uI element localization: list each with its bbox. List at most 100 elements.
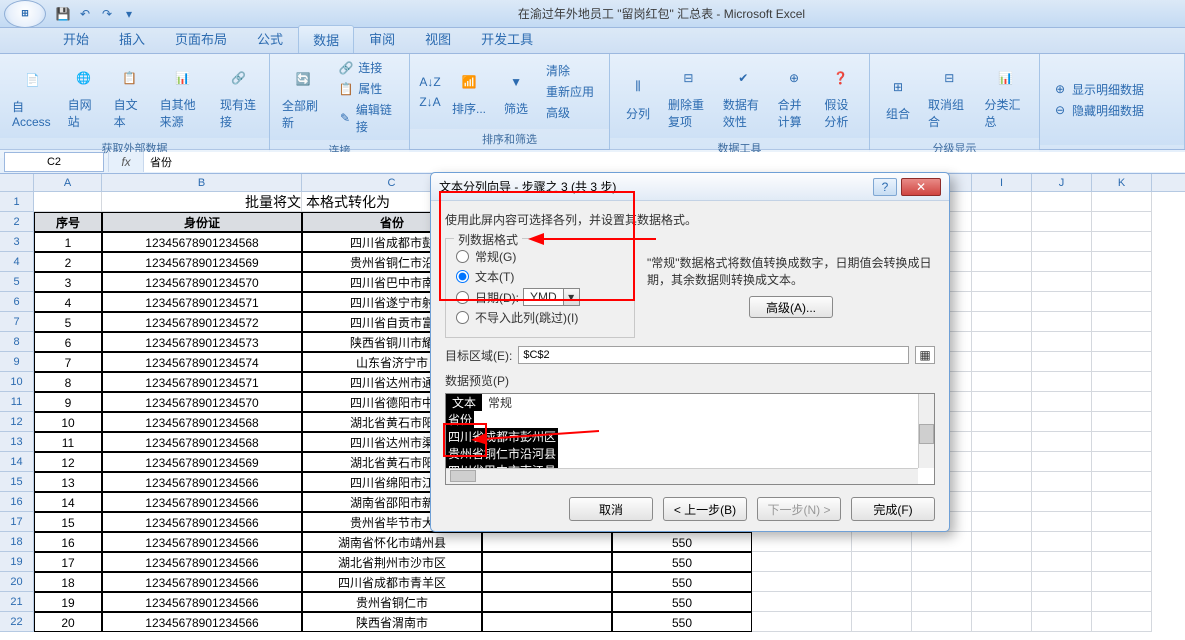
cell[interactable] bbox=[972, 312, 1032, 332]
cell[interactable] bbox=[972, 492, 1032, 512]
dialog-help-button[interactable]: ? bbox=[873, 178, 897, 196]
cell[interactable] bbox=[852, 552, 912, 572]
cell[interactable] bbox=[912, 532, 972, 552]
undo-icon[interactable]: ↶ bbox=[76, 5, 94, 23]
cell[interactable]: 12345678901234566 bbox=[102, 512, 302, 532]
cell[interactable] bbox=[972, 612, 1032, 632]
advanced-button[interactable]: 高级 bbox=[542, 103, 598, 122]
cell[interactable] bbox=[1092, 432, 1152, 452]
cell[interactable] bbox=[912, 612, 972, 632]
tab-pagelayout[interactable]: 页面布局 bbox=[160, 24, 242, 53]
clear-button[interactable]: 清除 bbox=[542, 61, 598, 80]
cancel-button[interactable]: 取消 bbox=[569, 497, 653, 521]
cell[interactable] bbox=[972, 252, 1032, 272]
cell[interactable] bbox=[972, 472, 1032, 492]
cell[interactable]: 12345678901234573 bbox=[102, 332, 302, 352]
cell[interactable] bbox=[1032, 352, 1092, 372]
refresh-all-button[interactable]: 🔄全部刷新 bbox=[278, 59, 328, 135]
cell[interactable]: 12345678901234572 bbox=[102, 312, 302, 332]
cell[interactable] bbox=[972, 432, 1032, 452]
row-header[interactable]: 12 bbox=[0, 412, 34, 432]
cell[interactable]: 2 bbox=[34, 252, 102, 272]
cell[interactable] bbox=[972, 352, 1032, 372]
cell[interactable]: 550 bbox=[612, 572, 752, 592]
row-header[interactable]: 11 bbox=[0, 392, 34, 412]
cell[interactable] bbox=[1032, 392, 1092, 412]
cell[interactable]: 身份证 bbox=[102, 212, 302, 232]
cell[interactable] bbox=[972, 292, 1032, 312]
radio-general[interactable]: 常规(G) bbox=[456, 248, 624, 265]
cell[interactable]: 12 bbox=[34, 452, 102, 472]
tab-formulas[interactable]: 公式 bbox=[242, 24, 298, 53]
qat-dropdown-icon[interactable]: ▾ bbox=[120, 5, 138, 23]
cell[interactable] bbox=[912, 592, 972, 612]
cell[interactable] bbox=[1092, 412, 1152, 432]
cell[interactable] bbox=[482, 592, 612, 612]
ungroup-button[interactable]: ⊟取消组合 bbox=[924, 58, 975, 134]
cell[interactable] bbox=[1032, 212, 1092, 232]
cell[interactable] bbox=[972, 532, 1032, 552]
cell[interactable] bbox=[1092, 452, 1152, 472]
cell[interactable]: 12345678901234566 bbox=[102, 472, 302, 492]
cell[interactable]: 12345678901234569 bbox=[102, 252, 302, 272]
cell[interactable]: 湖北省荆州市沙市区 bbox=[302, 552, 482, 572]
back-button[interactable]: < 上一步(B) bbox=[663, 497, 747, 521]
sort-desc-button[interactable]: Z↓A bbox=[418, 93, 442, 111]
show-detail-button[interactable]: ⊕显示明细数据 bbox=[1048, 80, 1148, 99]
row-header[interactable]: 10 bbox=[0, 372, 34, 392]
preview-vscroll[interactable] bbox=[918, 394, 934, 468]
cell[interactable]: 15 bbox=[34, 512, 102, 532]
cell[interactable]: 16 bbox=[34, 532, 102, 552]
tab-data[interactable]: 数据 bbox=[298, 25, 354, 53]
cell[interactable] bbox=[972, 552, 1032, 572]
text-to-columns-button[interactable]: ⫼分列 bbox=[618, 67, 658, 126]
editlinks-button[interactable]: ✎编辑链接 bbox=[334, 100, 401, 136]
cell[interactable] bbox=[972, 412, 1032, 432]
tab-review[interactable]: 审阅 bbox=[354, 24, 410, 53]
office-button[interactable]: ⊞ bbox=[4, 0, 46, 28]
range-picker-button[interactable]: ▦ bbox=[915, 346, 935, 364]
col-header-b[interactable]: B bbox=[102, 174, 302, 191]
cell[interactable]: 1 bbox=[34, 232, 102, 252]
cell[interactable]: 19 bbox=[34, 592, 102, 612]
cell[interactable] bbox=[1032, 252, 1092, 272]
cell[interactable] bbox=[912, 552, 972, 572]
cell[interactable] bbox=[1092, 472, 1152, 492]
cell[interactable] bbox=[1032, 492, 1092, 512]
fx-icon[interactable]: fx bbox=[108, 152, 144, 172]
tab-insert[interactable]: 插入 bbox=[104, 24, 160, 53]
cell[interactable]: 4 bbox=[34, 292, 102, 312]
cell[interactable]: 12345678901234566 bbox=[102, 572, 302, 592]
cell[interactable] bbox=[852, 612, 912, 632]
cell[interactable] bbox=[1092, 232, 1152, 252]
cell[interactable] bbox=[1032, 472, 1092, 492]
cell[interactable]: 四川省成都市青羊区 bbox=[302, 572, 482, 592]
cell[interactable]: 7 bbox=[34, 352, 102, 372]
cell[interactable] bbox=[1032, 612, 1092, 632]
cell[interactable] bbox=[1092, 612, 1152, 632]
tab-home[interactable]: 开始 bbox=[48, 24, 104, 53]
row-header[interactable]: 21 bbox=[0, 592, 34, 612]
cell[interactable]: 批量将文 bbox=[102, 192, 302, 212]
cell[interactable]: 12345678901234570 bbox=[102, 392, 302, 412]
radio-date[interactable]: 日期(D): YMD▾ bbox=[456, 288, 624, 306]
row-header[interactable]: 7 bbox=[0, 312, 34, 332]
cell[interactable] bbox=[1032, 572, 1092, 592]
cell[interactable] bbox=[972, 592, 1032, 612]
data-validation-button[interactable]: ✔数据有效性 bbox=[719, 58, 768, 134]
reapply-button[interactable]: 重新应用 bbox=[542, 82, 598, 101]
radio-text[interactable]: 文本(T) bbox=[456, 268, 624, 285]
row-header[interactable]: 9 bbox=[0, 352, 34, 372]
cell[interactable]: 12345678901234568 bbox=[102, 232, 302, 252]
row-header[interactable]: 6 bbox=[0, 292, 34, 312]
cell[interactable] bbox=[1092, 312, 1152, 332]
cell[interactable] bbox=[1032, 332, 1092, 352]
sort-asc-button[interactable]: A↓Z bbox=[418, 73, 442, 91]
cell[interactable]: 10 bbox=[34, 412, 102, 432]
cell[interactable] bbox=[482, 532, 612, 552]
cell[interactable]: 550 bbox=[612, 532, 752, 552]
row-header[interactable]: 4 bbox=[0, 252, 34, 272]
cell[interactable] bbox=[1032, 372, 1092, 392]
cell[interactable]: 5 bbox=[34, 312, 102, 332]
cell[interactable]: 12345678901234568 bbox=[102, 412, 302, 432]
